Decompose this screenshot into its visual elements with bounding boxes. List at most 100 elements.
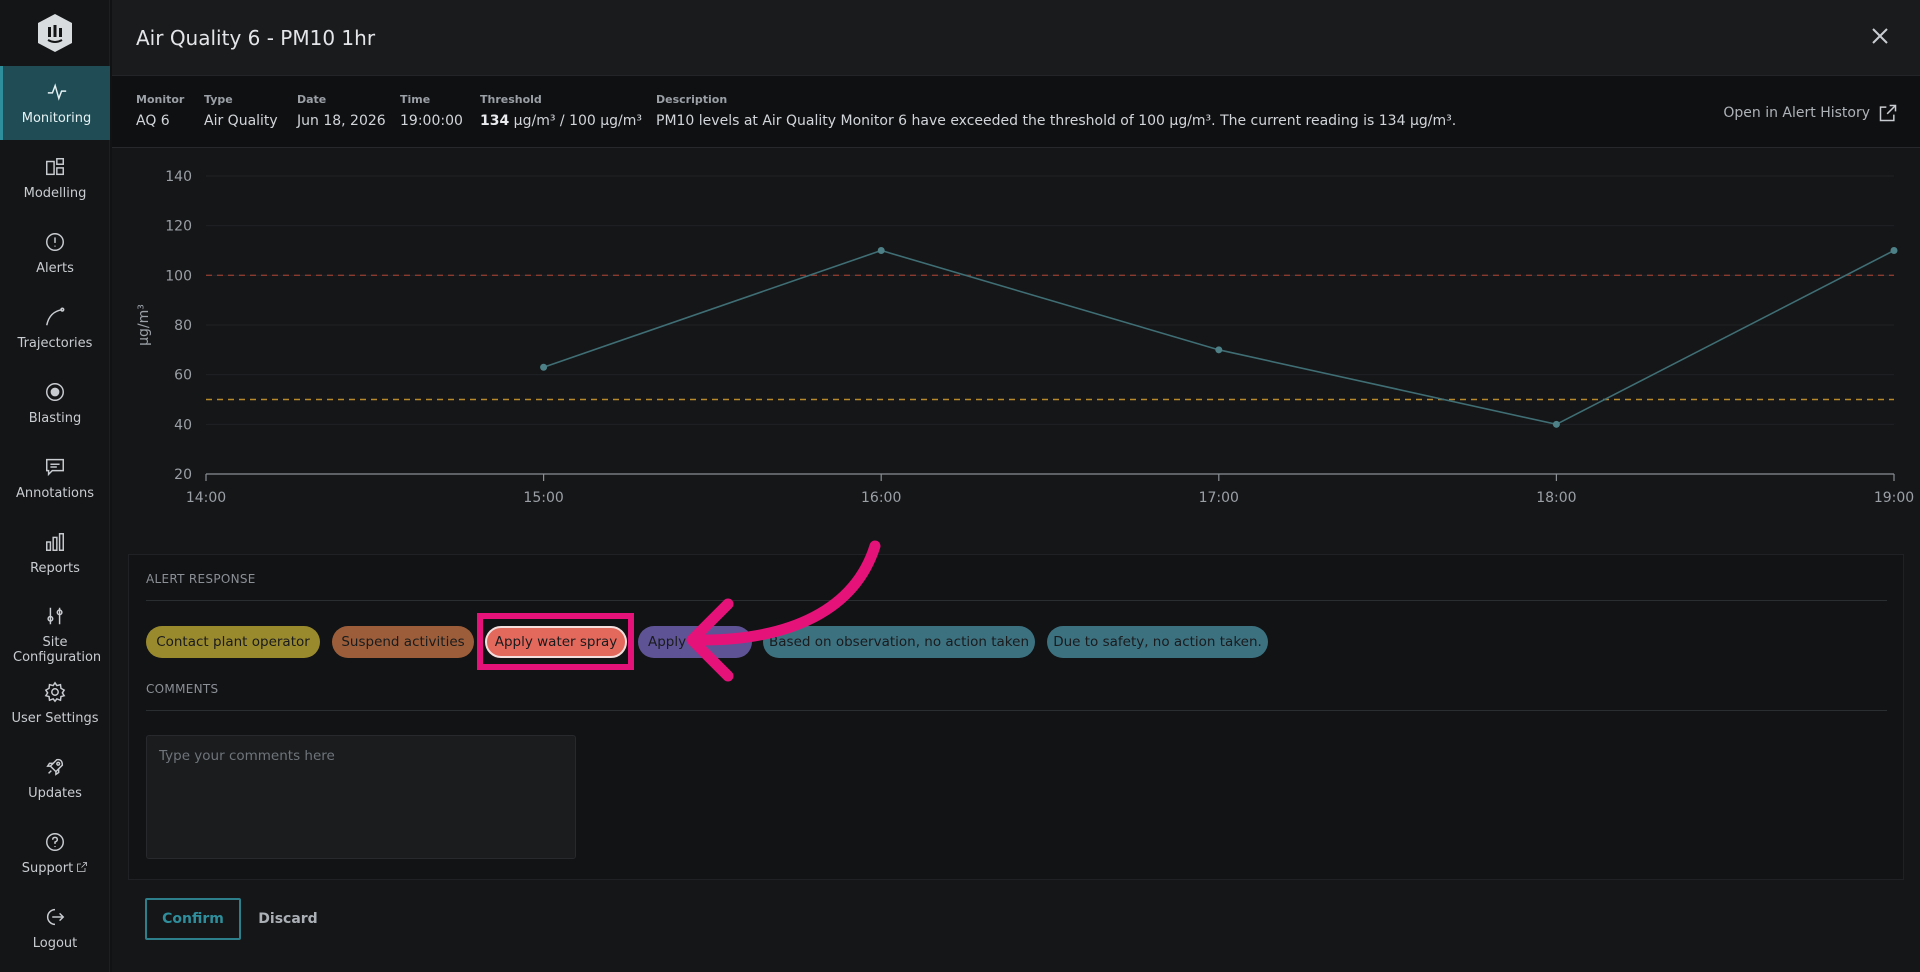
- sidebar-item-label: Support: [21, 860, 74, 876]
- divider: [146, 600, 1887, 601]
- x-tick-label: 19:00: [1874, 490, 1914, 506]
- pulse-icon: [47, 82, 66, 101]
- sidebar: Monitoring Modelling Alerts Trajectories…: [0, 0, 110, 972]
- alert-circle-icon: [46, 232, 64, 251]
- y-tick-label: 40: [174, 417, 192, 433]
- open-alert-history-label: Open in Alert History: [1723, 105, 1870, 121]
- response-chip-contact-plant-operator[interactable]: Contact plant operator: [146, 626, 320, 658]
- comments-label: COMMENTS: [146, 682, 219, 696]
- y-tick-label: 120: [165, 219, 192, 235]
- divider: [146, 710, 1887, 711]
- type-label: Type: [204, 93, 233, 106]
- y-tick-label: 60: [174, 368, 192, 384]
- y-tick-label: 20: [174, 467, 192, 483]
- date-value: Jun 18, 2026: [297, 113, 386, 129]
- x-tick-label: 18:00: [1536, 490, 1576, 506]
- sidebar-item-label: Monitoring: [21, 110, 92, 126]
- response-chip-apply[interactable]: Apply: [638, 626, 752, 658]
- modelling-icon: [46, 157, 64, 175]
- y-tick-label: 100: [165, 268, 192, 284]
- data-point: [877, 247, 885, 254]
- bar-chart-icon: [46, 532, 64, 551]
- sidebar-item-monitoring[interactable]: Monitoring: [0, 66, 110, 140]
- threshold-info: Threshold 134 µg/m³ / 100 µg/m³: [480, 93, 642, 129]
- data-point: [1215, 346, 1223, 354]
- time-label: Time: [400, 93, 431, 106]
- time-info: Time 19:00:00: [400, 93, 463, 129]
- response-chip-no-action-safety[interactable]: Due to safety, no action taken.: [1047, 626, 1268, 658]
- close-button[interactable]: [1870, 26, 1890, 46]
- sidebar-item-trajectories[interactable]: Trajectories: [0, 291, 110, 365]
- pm10-chart: 20 40 60 80 100 120 140 14:00 15:00 16:00 17:00 18:…: [112, 150, 1920, 510]
- sidebar-item-modelling[interactable]: Modelling: [0, 141, 110, 215]
- date-label: Date: [297, 93, 327, 106]
- threshold-limit: µg/m³ / 100 µg/m³: [509, 113, 642, 129]
- sidebar-item-alerts[interactable]: Alerts: [0, 216, 110, 290]
- type-info: Type Air Quality: [204, 93, 278, 129]
- monitor-info: Monitor AQ 6: [136, 93, 184, 129]
- y-tick-label: 80: [174, 318, 192, 334]
- threshold-value: 134 µg/m³ / 100 µg/m³: [480, 113, 642, 129]
- sidebar-item-updates[interactable]: Updates: [0, 741, 110, 815]
- x-tick-label: 15:00: [523, 490, 563, 506]
- trajectory-icon: [46, 307, 65, 325]
- sidebar-item-reports[interactable]: Reports: [0, 516, 110, 590]
- sidebar-item-label: Alerts: [36, 260, 74, 276]
- date-info: Date Jun 18, 2026: [297, 93, 386, 129]
- x-tick-label: 17:00: [1199, 490, 1239, 506]
- sidebar-item-user-settings[interactable]: User Settings: [0, 666, 110, 740]
- time-value: 19:00:00: [400, 113, 463, 129]
- discard-button[interactable]: Discard: [256, 898, 320, 940]
- rocket-icon: [46, 758, 64, 776]
- monitor-value: AQ 6: [136, 113, 170, 129]
- modal-title: Air Quality 6 - PM10 1hr: [136, 26, 376, 50]
- gear-icon: [44, 681, 66, 702]
- confirm-button[interactable]: Confirm: [145, 898, 241, 940]
- app-logo[interactable]: [35, 12, 75, 54]
- sidebar-item-label: Blasting: [28, 410, 82, 426]
- close-icon: [1872, 28, 1888, 44]
- description-value: PM10 levels at Air Quality Monitor 6 hav…: [656, 113, 1457, 129]
- type-value: Air Quality: [204, 113, 278, 129]
- response-chip-no-action-observation[interactable]: Based on observation, no action taken: [763, 626, 1035, 658]
- modal-header: Air Quality 6 - PM10 1hr: [112, 0, 1920, 76]
- sidebar-item-label: Annotations: [15, 485, 95, 501]
- sidebar-item-label: Trajectories: [17, 335, 93, 351]
- sidebar-item-label: User Settings: [11, 710, 99, 726]
- threshold-label: Threshold: [480, 93, 542, 106]
- alert-response-panel: ALERT RESPONSE Contact plant operator Su…: [128, 554, 1904, 880]
- sidebar-item-annotations[interactable]: Annotations: [0, 441, 110, 515]
- data-point: [1890, 247, 1898, 254]
- logout-icon: [47, 908, 65, 925]
- comment-icon: [46, 458, 64, 476]
- sidebar-item-logout[interactable]: Logout: [0, 891, 110, 965]
- external-link-icon: [76, 861, 88, 873]
- response-chip-apply-water-spray[interactable]: Apply water spray: [485, 626, 627, 658]
- sidebar-item-label: Updates: [28, 785, 82, 801]
- open-alert-history-link[interactable]: Open in Alert History: [1723, 103, 1898, 123]
- series-line: [543, 249, 1895, 426]
- sidebar-item-label: Reports: [30, 560, 80, 576]
- help-icon: [46, 832, 64, 851]
- alert-response-label: ALERT RESPONSE: [146, 572, 256, 586]
- sliders-icon: [47, 607, 63, 625]
- sidebar-item-label: Logout: [32, 935, 78, 951]
- external-link-icon: [1879, 104, 1897, 122]
- sidebar-item-label: Site Configuration: [13, 635, 102, 665]
- sidebar-item-label: Modelling: [23, 185, 87, 201]
- description-info: Description PM10 levels at Air Quality M…: [656, 93, 1456, 129]
- alert-info-bar: Monitor AQ 6 Type Air Quality Date Jun 1…: [112, 76, 1920, 148]
- sidebar-item-support[interactable]: Support: [0, 816, 110, 890]
- data-point: [1552, 420, 1560, 428]
- x-tick-label: 16:00: [861, 490, 901, 506]
- response-chip-suspend-activities[interactable]: Suspend activities: [332, 626, 474, 658]
- sidebar-item-blasting[interactable]: Blasting: [0, 366, 110, 440]
- sidebar-item-site-configuration[interactable]: Site Configuration: [0, 598, 110, 672]
- data-point: [540, 363, 548, 371]
- comments-textarea[interactable]: [146, 735, 576, 859]
- alert-modal: Air Quality 6 - PM10 1hr Monitor AQ 6 Ty…: [112, 0, 1920, 972]
- y-tick-label: 140: [165, 169, 192, 185]
- y-axis-label: µg/m³: [136, 304, 152, 346]
- target-icon: [46, 382, 64, 401]
- description-label: Description: [656, 93, 728, 106]
